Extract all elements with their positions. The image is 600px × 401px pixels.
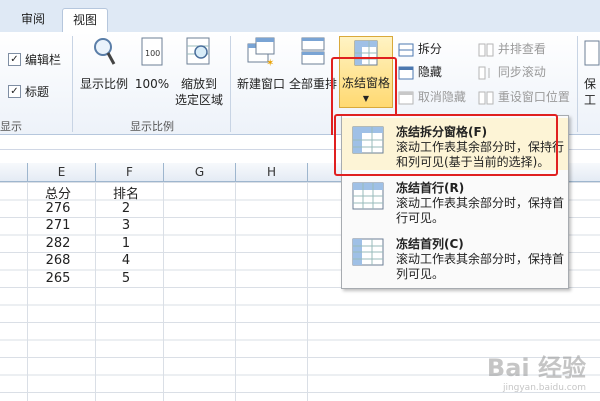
zoom-100-button[interactable]: 100 100% bbox=[132, 36, 172, 96]
zoom-100-label: 100% bbox=[134, 77, 170, 91]
table-cell[interactable]: 5 bbox=[96, 271, 156, 286]
magnifier-icon bbox=[94, 38, 116, 65]
zoom-label: 显示比例 bbox=[79, 77, 128, 91]
grid-line bbox=[163, 182, 164, 401]
column-header-g[interactable]: G bbox=[164, 163, 236, 181]
hide-button[interactable]: 隐藏 bbox=[398, 63, 442, 81]
table-cell[interactable]: 268 bbox=[28, 253, 88, 268]
headings-label: 标题 bbox=[25, 85, 50, 99]
formula-bar-checkbox[interactable]: ✓ bbox=[8, 53, 21, 66]
arrange-all-icon bbox=[301, 37, 325, 65]
zoom-to-selection-button[interactable]: 缩放到 选定区域 bbox=[172, 36, 226, 112]
side-by-side-icon bbox=[478, 43, 494, 56]
zoom-selection-icon bbox=[186, 37, 210, 65]
watermark-main: Bai 经验 bbox=[486, 354, 586, 382]
menu-item-title: 冻结首列(C) bbox=[396, 237, 464, 251]
new-window-icon: ✶ bbox=[247, 37, 275, 68]
watermark: Bai 经验 jingyan.baidu.com bbox=[487, 348, 586, 393]
split-button[interactable]: 拆分 bbox=[398, 40, 442, 58]
grid-line bbox=[235, 182, 236, 401]
ribbon-tab-bar: 审阅 视图 bbox=[0, 0, 600, 33]
table-cell[interactable]: 282 bbox=[28, 236, 88, 251]
save-workspace-button[interactable]: 保 工 bbox=[582, 36, 600, 116]
show-group-label: 显示 bbox=[0, 120, 22, 133]
group-divider bbox=[72, 36, 73, 132]
freeze-menu-highlight bbox=[334, 114, 558, 176]
reset-window-position-label: 重设窗口位置 bbox=[497, 90, 570, 104]
tab-view[interactable]: 视图 bbox=[62, 8, 108, 33]
table-cell[interactable]: 4 bbox=[96, 253, 156, 268]
table-cell[interactable]: 2 bbox=[96, 201, 156, 216]
sync-scroll-button[interactable]: 同步滚动 bbox=[478, 63, 546, 81]
menu-item-description: 滚动工作表其余部分时，保持首列可见。 bbox=[396, 252, 565, 281]
unhide-button[interactable]: 取消隐藏 bbox=[398, 88, 466, 106]
group-divider bbox=[577, 36, 578, 132]
view-side-by-side-label: 并排查看 bbox=[497, 42, 546, 56]
reset-window-icon bbox=[478, 91, 494, 104]
table-cell[interactable]: 1 bbox=[96, 236, 156, 251]
zoom-selection-label-1: 缩放到 bbox=[180, 77, 217, 91]
column-header-e[interactable]: E bbox=[28, 163, 96, 181]
hide-icon bbox=[398, 66, 414, 79]
tab-review[interactable]: 审阅 bbox=[10, 8, 56, 32]
zoom-selection-label-2: 选定区域 bbox=[174, 93, 223, 107]
hide-label: 隐藏 bbox=[417, 65, 442, 79]
table-cell[interactable]: 271 bbox=[28, 218, 88, 233]
table-cell[interactable]: 276 bbox=[28, 201, 88, 216]
unhide-label: 取消隐藏 bbox=[417, 90, 466, 104]
group-divider bbox=[230, 36, 231, 132]
svg-text:100: 100 bbox=[145, 49, 160, 58]
menu-item-freeze-top-row[interactable]: 冻结首行(R) 滚动工作表其余部分时，保持首行可见。 bbox=[342, 174, 568, 226]
menu-item-title: 冻结首行(R) bbox=[396, 181, 465, 195]
save-workspace-icon bbox=[584, 40, 600, 66]
headings-checkbox[interactable]: ✓ bbox=[8, 85, 21, 98]
table-cell[interactable]: 3 bbox=[96, 218, 156, 233]
sync-scroll-icon bbox=[478, 66, 490, 79]
watermark-sub: jingyan.baidu.com bbox=[502, 383, 586, 393]
unhide-icon bbox=[398, 91, 414, 104]
view-side-by-side-button[interactable]: 并排查看 bbox=[478, 40, 546, 58]
freeze-first-column-icon bbox=[352, 238, 384, 266]
split-label: 拆分 bbox=[417, 42, 442, 56]
reset-window-position-button[interactable]: 重设窗口位置 bbox=[478, 88, 570, 106]
menu-item-description: 滚动工作表其余部分时，保持首行可见。 bbox=[396, 196, 565, 225]
column-header-h[interactable]: H bbox=[236, 163, 308, 181]
new-window-button[interactable]: ✶ 新建窗口 bbox=[234, 36, 288, 96]
zoom-button[interactable]: 显示比例 bbox=[78, 36, 130, 96]
formula-bar-label: 编辑栏 bbox=[25, 53, 62, 67]
column-header-corner[interactable] bbox=[0, 163, 28, 181]
column-header-f[interactable]: F bbox=[96, 163, 164, 181]
freeze-top-row-icon bbox=[352, 182, 384, 210]
save-workspace-label-1: 保 bbox=[584, 77, 597, 91]
svg-text:✶: ✶ bbox=[266, 58, 274, 68]
zoom-group-label: 显示比例 bbox=[130, 120, 174, 133]
table-header-total[interactable]: 总分 bbox=[28, 183, 88, 202]
new-window-label: 新建窗口 bbox=[236, 77, 285, 91]
save-workspace-label-2: 工 bbox=[584, 93, 597, 107]
page-100-icon: 100 bbox=[141, 37, 163, 66]
sync-scroll-label: 同步滚动 bbox=[497, 65, 546, 79]
menu-item-freeze-first-column[interactable]: 冻结首列(C) 滚动工作表其余部分时，保持首列可见。 bbox=[342, 230, 568, 282]
table-cell[interactable]: 265 bbox=[28, 271, 88, 286]
grid-line bbox=[307, 182, 308, 401]
split-icon bbox=[398, 43, 414, 56]
table-header-rank[interactable]: 排名 bbox=[96, 183, 156, 202]
